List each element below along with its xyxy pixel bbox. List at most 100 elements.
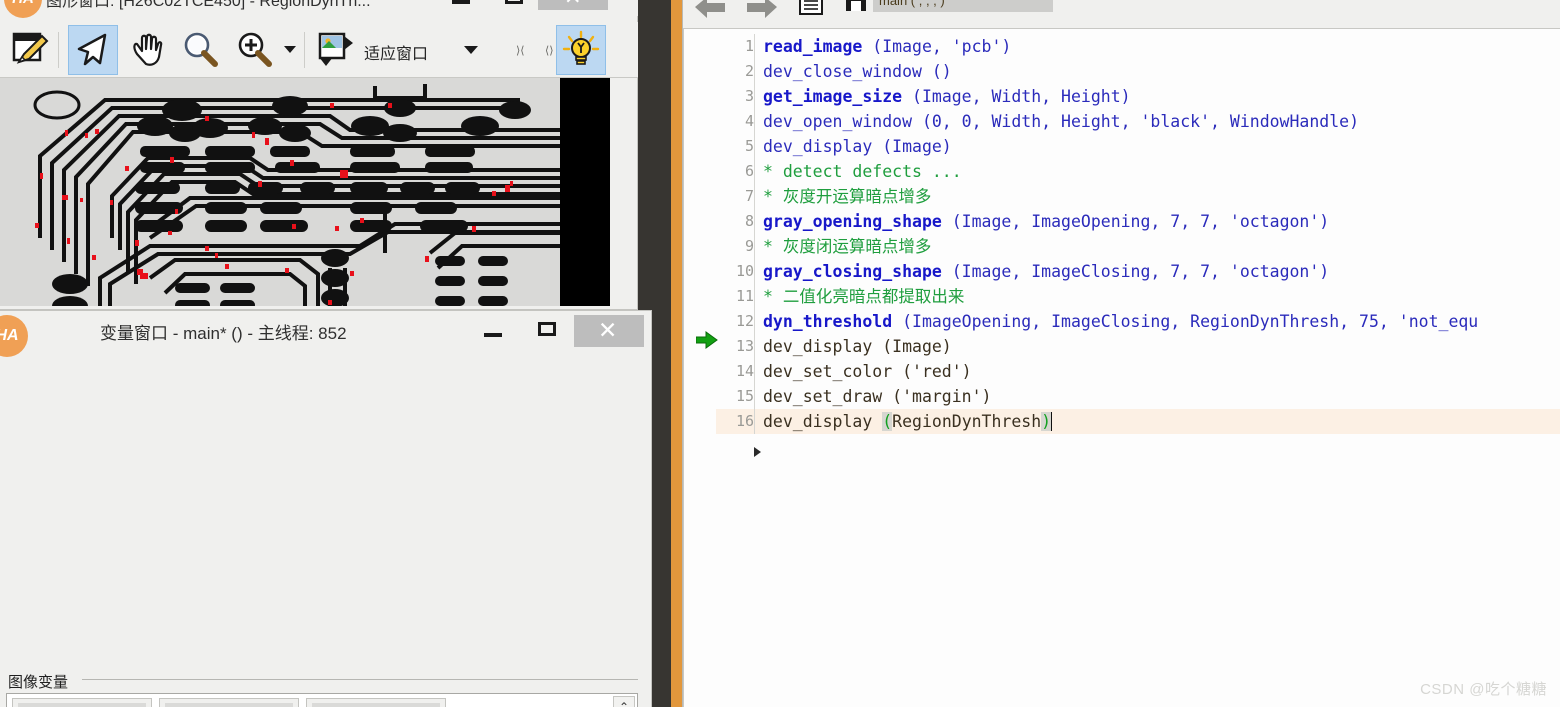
image-fit-icon[interactable] <box>312 25 362 75</box>
maximize-icon-2 <box>538 322 556 336</box>
code-text: dev_open_window (0, 0, Width, Height, 'b… <box>763 112 1360 131</box>
gutter-separator <box>754 84 763 109</box>
arrow-select-tool-icon[interactable] <box>68 25 118 75</box>
graphics-minimize-button[interactable] <box>438 0 486 10</box>
gutter-separator <box>754 34 763 59</box>
halcon-logo-icon: HA <box>4 0 42 18</box>
code-line-15[interactable]: 15 dev_set_draw ('margin') <box>716 384 1560 409</box>
collapse-right-icon[interactable]: ⟨⟩ <box>545 44 554 57</box>
line-number: 15 <box>735 387 754 405</box>
editor-gutter <box>684 29 716 707</box>
image-variables-scrollbar[interactable]: ⌃ ⌄ <box>613 696 635 707</box>
execution-pointer-icon <box>696 331 718 349</box>
gutter-separator <box>754 184 763 209</box>
image-variables-group-label: 图像变量 <box>8 674 69 691</box>
gutter-separator <box>754 159 763 184</box>
code-line-9[interactable]: 9 * 灰度闭运算暗点增多 <box>716 234 1560 259</box>
fit-mode-dropdown-caret-icon[interactable] <box>464 46 478 54</box>
maximize-icon <box>505 0 523 4</box>
line-number: 2 <box>744 62 754 80</box>
pcb-canvas-blank-area <box>560 78 610 306</box>
gutter-separator <box>754 134 763 159</box>
thumbnail-preview <box>18 703 146 707</box>
halcon-logo-icon-2: HA <box>0 315 28 357</box>
code-text: * detect defects ... <box>763 162 962 181</box>
arrow-forward-icon[interactable] <box>743 0 789 24</box>
line-number: 14 <box>735 362 754 380</box>
image-variables-panel[interactable]: Image ImageOpening <box>6 693 638 707</box>
code-line-2[interactable]: 2 dev_close_window () <box>716 59 1560 84</box>
gutter-separator <box>754 359 763 384</box>
arrow-back-icon[interactable] <box>693 0 739 24</box>
code-line-6[interactable]: 6 * detect defects ... <box>716 159 1560 184</box>
pcb-image-display[interactable] <box>0 78 610 306</box>
gutter-separator <box>754 384 763 409</box>
code-line-14[interactable]: 14 dev_set_color ('red') <box>716 359 1560 384</box>
code-text: dev_set_draw ('margin') <box>763 387 992 406</box>
line-number: 5 <box>744 137 754 155</box>
minimize-icon-2 <box>484 333 502 337</box>
magnifier-tool-icon[interactable] <box>176 25 226 75</box>
toolbar-divider <box>58 32 59 68</box>
zoom-in-tool-icon[interactable] <box>230 25 280 75</box>
graphics-window-titlebar[interactable]: HA 图形窗口: [H26C02TCE450] - RegionDynTh...… <box>0 0 638 18</box>
code-line-1[interactable]: 1 read_image (Image, 'pcb') <box>716 34 1560 59</box>
thumbnail-preview <box>312 703 440 707</box>
code-text: dev_close_window () <box>763 62 952 81</box>
lightbulb-icon[interactable] <box>556 25 606 75</box>
code-line-8[interactable]: 8 gray_opening_shape (Image, ImageOpening… <box>716 209 1560 234</box>
gutter-separator <box>754 234 763 259</box>
code-line-12[interactable]: 12 dyn_threshold (ImageOpening, ImageClos… <box>716 309 1560 334</box>
app-root: main ( , , , ) 1 read_image (Image, 'pcb'… <box>0 0 1560 707</box>
minimize-icon <box>452 0 470 4</box>
save-icon[interactable] <box>841 0 871 19</box>
collapse-left-icon[interactable]: ⟩⟨ <box>516 44 525 57</box>
line-number: 6 <box>744 162 754 180</box>
gutter-separator <box>754 209 763 234</box>
close-icon: ✕ <box>564 0 582 10</box>
code-line-3[interactable]: 3 get_image_size (Image, Width, Height) <box>716 84 1560 109</box>
variable-window-title: 变量窗口 - main* () - 主线程: 852 <box>100 324 347 343</box>
pan-hand-tool-icon[interactable] <box>122 25 172 75</box>
line-number: 8 <box>744 212 754 230</box>
line-number: 10 <box>735 262 754 280</box>
code-line-4[interactable]: 4 dev_open_window (0, 0, Width, Height, '… <box>716 109 1560 134</box>
code-line-10[interactable]: 10 gray_closing_shape (Image, ImageClosin… <box>716 259 1560 284</box>
gutter-separator <box>754 59 763 84</box>
code-lines-container[interactable]: 1 read_image (Image, 'pcb') 2 dev_close_win… <box>716 34 1560 707</box>
graphics-close-button[interactable]: ✕ <box>538 0 608 10</box>
code-line-16[interactable]: 16 dev_display (RegionDynThresh) <box>716 409 1560 434</box>
code-text: dyn_threshold (ImageOpening, ImageClosin… <box>763 312 1479 331</box>
gutter-separator <box>754 309 763 334</box>
editor-text-area[interactable]: 1 read_image (Image, 'pcb') 2 dev_close_win… <box>683 28 1560 707</box>
thumbnail-image[interactable]: Image <box>12 698 152 707</box>
variable-maximize-button[interactable] <box>522 315 574 347</box>
variable-minimize-button[interactable] <box>468 315 520 347</box>
close-icon-2: ✕ <box>598 317 618 343</box>
graphics-maximize-button[interactable] <box>490 0 538 10</box>
variable-window-titlebar[interactable]: HA 变量窗口 - main* () - 主线程: 852 ✕ <box>0 311 652 357</box>
line-number: 16 <box>735 412 754 430</box>
gutter-separator <box>754 334 763 359</box>
code-text: dev_display (Image) <box>763 137 952 156</box>
editor-toolbar: main ( , , , ) <box>683 0 1560 28</box>
code-text: * 灰度闭运算暗点增多 <box>763 237 932 256</box>
editor-tab-main[interactable]: main ( , , , ) <box>873 0 1053 12</box>
line-number: 7 <box>744 187 754 205</box>
code-text: dev_display (Image) <box>763 337 952 356</box>
variable-window: HA 变量窗口 - main* () - 主线程: 852 ✕ 图像变量 <box>0 310 652 707</box>
thumbnail-imageclosing[interactable]: ImageClosing <box>306 698 446 707</box>
document-icon[interactable] <box>795 0 827 21</box>
code-text: gray_opening_shape (Image, ImageOpening,… <box>763 212 1330 231</box>
draw-edit-tool-icon[interactable] <box>6 25 56 75</box>
thumbnail-imageopening[interactable]: ImageOpening <box>159 698 299 707</box>
code-line-13[interactable]: 13 dev_display (Image) <box>716 334 1560 359</box>
zoom-dropdown-caret-icon[interactable] <box>284 46 296 53</box>
code-line-11[interactable]: 11 * 二值化亮暗点都提取出来 <box>716 284 1560 309</box>
code-line-7[interactable]: 7 * 灰度开运算暗点增多 <box>716 184 1560 209</box>
code-line-5[interactable]: 5 dev_display (Image) <box>716 134 1560 159</box>
line-number: 9 <box>744 237 754 255</box>
image-variables-group-rule <box>82 679 638 680</box>
variable-close-button[interactable]: ✕ <box>574 315 644 347</box>
scroll-up-icon[interactable]: ⌃ <box>614 697 634 707</box>
